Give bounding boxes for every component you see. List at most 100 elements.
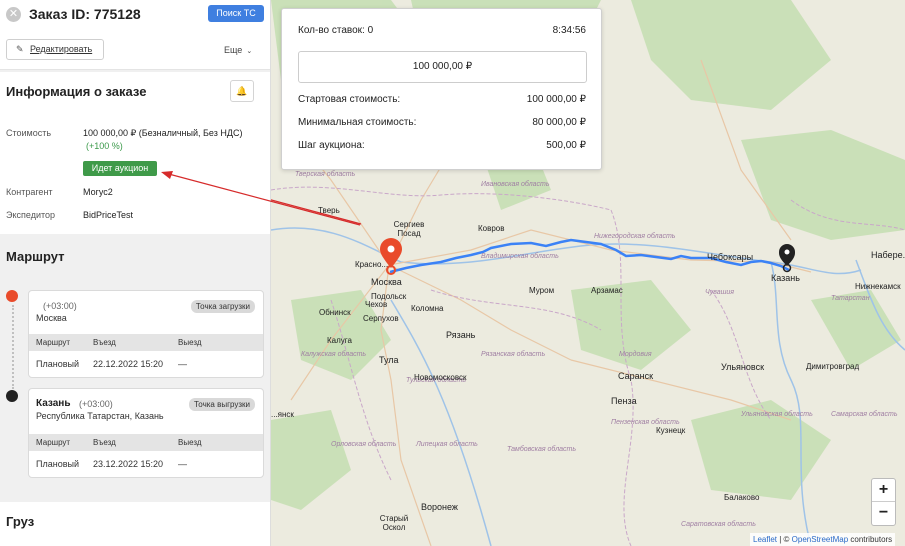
map-label: Самарская область	[831, 411, 898, 418]
auction-step-value: 500,00 ₽	[546, 140, 586, 151]
search-vehicle-button[interactable]: Поиск ТС	[208, 5, 264, 22]
stop-type-badge: Точка выгрузки	[189, 398, 255, 411]
cargo-section: Груз	[0, 502, 270, 546]
attribution-text: contributors	[848, 535, 893, 544]
min-cost-value: 80 000,00 ₽	[532, 117, 586, 128]
map-label: Ковров	[478, 224, 505, 233]
current-bid-button[interactable]: 100 000,00 ₽	[298, 51, 587, 83]
map-label: Ульяновск	[721, 362, 765, 372]
map-label: Калужская область	[301, 351, 367, 358]
map-label: Кузнецк	[656, 426, 686, 435]
start-cost-value: 100 000,00 ₽	[526, 94, 586, 105]
map-label: Саратовская область	[681, 521, 756, 528]
stop-table-header: Маршрут Въезд Выезд	[29, 334, 263, 351]
close-icon[interactable]: ✕	[6, 7, 21, 22]
map-label: Чебоксары	[707, 252, 754, 262]
cost-label: Стоимость	[6, 128, 52, 138]
stop-timezone: (+03:00)	[43, 301, 77, 311]
start-cost-label: Стартовая стоимость:	[298, 94, 401, 105]
stop-region: Республика Татарстан, Казань	[36, 411, 164, 421]
auction-card: Кол-во ставок: 0 8:34:56 100 000,00 ₽ Ст…	[281, 8, 602, 170]
route-stop-card[interactable]: (+03:00) Москва Точка загрузки Маршрут В…	[28, 290, 264, 378]
map-label: Липецкая область	[416, 441, 478, 448]
pencil-icon: ✎	[16, 44, 24, 54]
forwarder-value: BidPriceTest	[83, 210, 134, 220]
map-label: ...янск	[271, 410, 294, 419]
stop-table-header: Маршрут Въезд Выезд	[29, 434, 263, 451]
map-label: Ивановская область	[481, 181, 550, 188]
map-label: Чувашия	[705, 289, 735, 296]
zoom-control: + −	[871, 478, 896, 526]
map-label: Муром	[529, 286, 555, 295]
edit-button[interactable]: ✎ Редактировать	[6, 39, 104, 60]
map-label: Мордовия	[619, 351, 652, 358]
row-departure: —	[178, 359, 187, 369]
map-label: Москва	[371, 277, 402, 287]
counterparty-label: Контрагент	[6, 187, 53, 197]
row-arrival: 23.12.2022 15:20	[93, 459, 164, 469]
forwarder-label: Экспедитор	[6, 210, 55, 220]
annotation-arrow-overlay	[161, 171, 361, 226]
cost-value: 100 000,00 ₽ (Безналичный, Без НДС)	[83, 128, 243, 138]
order-panel: ✕ Заказ ID: 775128 Поиск ТС ✎ Редактиров…	[0, 0, 271, 546]
order-title: Заказ ID: 775128	[29, 6, 141, 22]
chevron-down-icon: ⌄	[246, 48, 253, 55]
col-departure: Выезд	[178, 438, 202, 447]
attribution-separator: | ©	[777, 535, 792, 544]
more-label: Еще	[224, 45, 243, 55]
map-label: Красно...	[355, 260, 389, 269]
map-label: Набере...	[871, 250, 905, 260]
map-label: Воронеж	[421, 502, 458, 512]
map-label: Рязань	[446, 330, 476, 340]
end-pin-icon	[6, 390, 18, 402]
col-arrival: Въезд	[93, 338, 116, 347]
panel-header: ✕ Заказ ID: 775128 Поиск ТС ✎ Редактиров…	[0, 0, 270, 70]
map-label: Нижегородская область	[594, 233, 676, 240]
map-label: Серпухов	[363, 314, 399, 323]
map-label: Димитровград	[806, 362, 860, 371]
counterparty-value: Могус2	[83, 187, 113, 197]
row-type: Плановый	[36, 459, 79, 469]
map-label: Рязанская область	[481, 351, 546, 358]
col-departure: Выезд	[178, 338, 202, 347]
route-stop-card[interactable]: Казань (+03:00) Республика Татарстан, Ка…	[28, 388, 264, 478]
stop-region: Москва	[36, 313, 67, 323]
zoom-out-button[interactable]: −	[872, 502, 895, 525]
map-label: Ульяновская область	[741, 411, 813, 418]
osm-link[interactable]: OpenStreetMap	[792, 535, 848, 544]
col-route: Маршрут	[36, 338, 71, 347]
section-title: Информация о заказе	[6, 84, 147, 99]
map-label: Татарстан	[831, 295, 870, 302]
auction-step-label: Шаг аукциона:	[298, 140, 365, 151]
route-title: Маршрут	[6, 249, 65, 264]
map-label: Тула	[379, 355, 399, 365]
cost-percent: (+100 %)	[86, 141, 123, 151]
auction-status-badge: Идет аукцион	[83, 161, 157, 176]
stop-city: Казань	[36, 398, 71, 409]
bell-icon[interactable]: 🔔	[230, 80, 254, 102]
stop-type-badge: Точка загрузки	[190, 300, 255, 313]
start-pin-icon	[6, 290, 18, 302]
map-label: Нижнекамск	[855, 282, 901, 291]
map-label: Старый Оскол	[379, 514, 409, 532]
row-arrival: 22.12.2022 15:20	[93, 359, 164, 369]
col-route: Маршрут	[36, 438, 71, 447]
row-departure: —	[178, 459, 187, 469]
leaflet-link[interactable]: Leaflet	[753, 535, 777, 544]
more-menu[interactable]: Еще ⌄	[224, 45, 252, 55]
map-label: Пенза	[611, 396, 637, 406]
map-label: Новомосковск	[414, 373, 467, 382]
edit-button-label: Редактировать	[30, 44, 93, 54]
map-label: Чехов	[365, 300, 388, 309]
map-label: Саранск	[618, 371, 654, 381]
zoom-in-button[interactable]: +	[872, 479, 895, 502]
map-label: Калуга	[327, 336, 352, 345]
map-label: Коломна	[411, 304, 444, 313]
map-attribution: Leaflet | © OpenStreetMap contributors	[750, 533, 896, 546]
map-label: Орловская область	[331, 441, 397, 448]
min-cost-label: Минимальная стоимость:	[298, 117, 417, 128]
route-connector	[12, 305, 14, 389]
map-label: Балаково	[724, 493, 760, 502]
map-label: Тамбовская область	[507, 446, 577, 453]
order-screen: Тверская область Ивановская область Влад…	[0, 0, 905, 546]
